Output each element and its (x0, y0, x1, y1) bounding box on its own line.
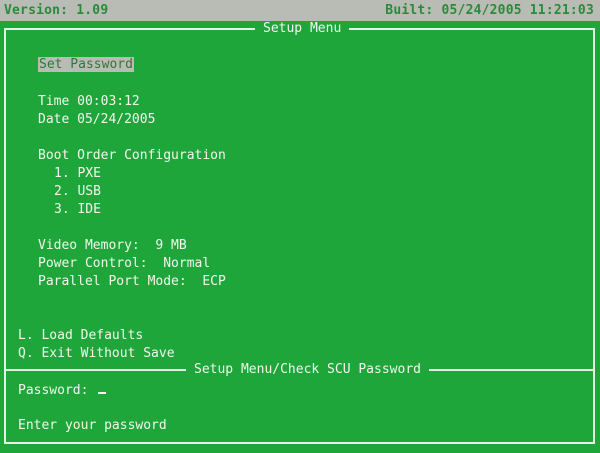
parallel-port-mode-field[interactable]: Parallel Port Mode: ECP (38, 274, 226, 290)
time-field[interactable]: Time 00:03:12 (38, 94, 140, 110)
video-memory-field[interactable]: Video Memory: 9 MB (38, 238, 187, 254)
boot-order-item-pxe[interactable]: 1. PXE (54, 166, 101, 182)
text-cursor (98, 382, 107, 394)
title-bar: Version: 1.09 Built: 05/24/2005 11:21:03 (0, 0, 600, 21)
set-password-label: Set Password (38, 57, 134, 72)
build-date-label: Built: 05/24/2005 11:21:03 (385, 3, 594, 18)
password-label: Password: (18, 383, 89, 398)
date-field[interactable]: Date 05/24/2005 (38, 112, 155, 128)
load-defaults-option[interactable]: L. Load Defaults (18, 328, 143, 344)
password-dialog-title: Setup Menu/Check SCU Password (186, 362, 429, 378)
version-label: Version: 1.09 (4, 3, 109, 18)
power-control-field[interactable]: Power Control: Normal (38, 256, 210, 272)
boot-order-item-ide[interactable]: 3. IDE (54, 202, 101, 218)
set-password-item[interactable]: Set Password (38, 57, 134, 73)
password-row: Password: (18, 382, 107, 399)
boot-order-item-usb[interactable]: 2. USB (54, 184, 101, 200)
password-input[interactable] (96, 382, 107, 398)
password-prompt: Enter your password (18, 418, 167, 433)
exit-without-save-option[interactable]: Q. Exit Without Save (18, 346, 175, 362)
setup-menu-title: Setup Menu (255, 21, 350, 37)
boot-order-heading: Boot Order Configuration (38, 148, 226, 163)
